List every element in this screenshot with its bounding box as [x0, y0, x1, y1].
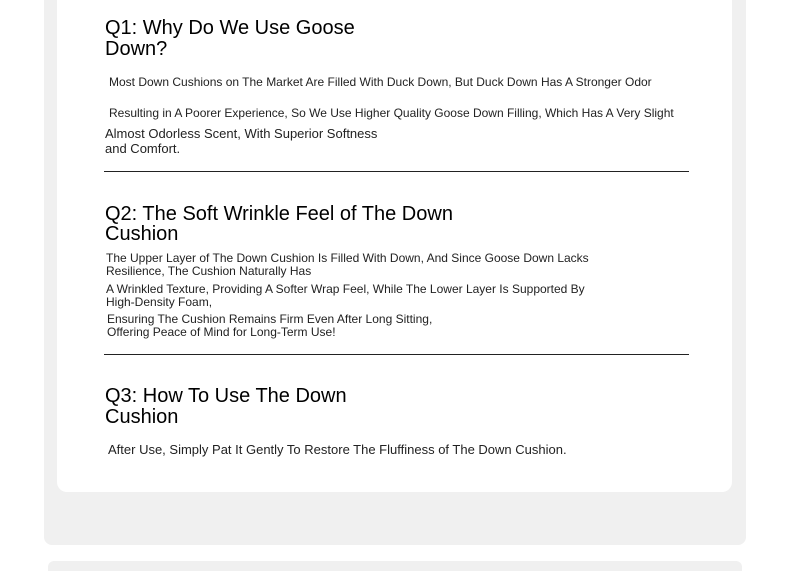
faq-answer-1-line-1: Most Down Cushions on The Market Are Fil…: [109, 75, 652, 89]
faq-divider-2: [104, 354, 689, 355]
faq-answer-1-line-3: Almost Odorless Scent, With Superior Sof…: [105, 126, 378, 156]
faq-answer-1-line-2: Resulting in A Poorer Experience, So We …: [109, 106, 674, 120]
faq-answer-2-line-3: Ensuring The Cushion Remains Firm Even A…: [107, 312, 433, 339]
faq-question-2-title: Q2: The Soft Wrinkle Feel of The Down Cu…: [105, 203, 453, 245]
faq-answer-2-line-1: The Upper Layer of The Down Cushion Is F…: [106, 251, 589, 278]
faq-answer-3-line-1: After Use, Simply Pat It Gently To Resto…: [108, 442, 567, 457]
faq-answer-2-line-2: A Wrinkled Texture, Providing A Softer W…: [106, 282, 585, 309]
faq-question-3-title: Q3: How To Use The Down Cushion: [105, 385, 347, 428]
faq-divider-1: [104, 171, 689, 172]
faq-question-1-title: Q1: Why Do We Use Goose Down?: [105, 17, 355, 60]
next-section-top: [48, 561, 742, 571]
